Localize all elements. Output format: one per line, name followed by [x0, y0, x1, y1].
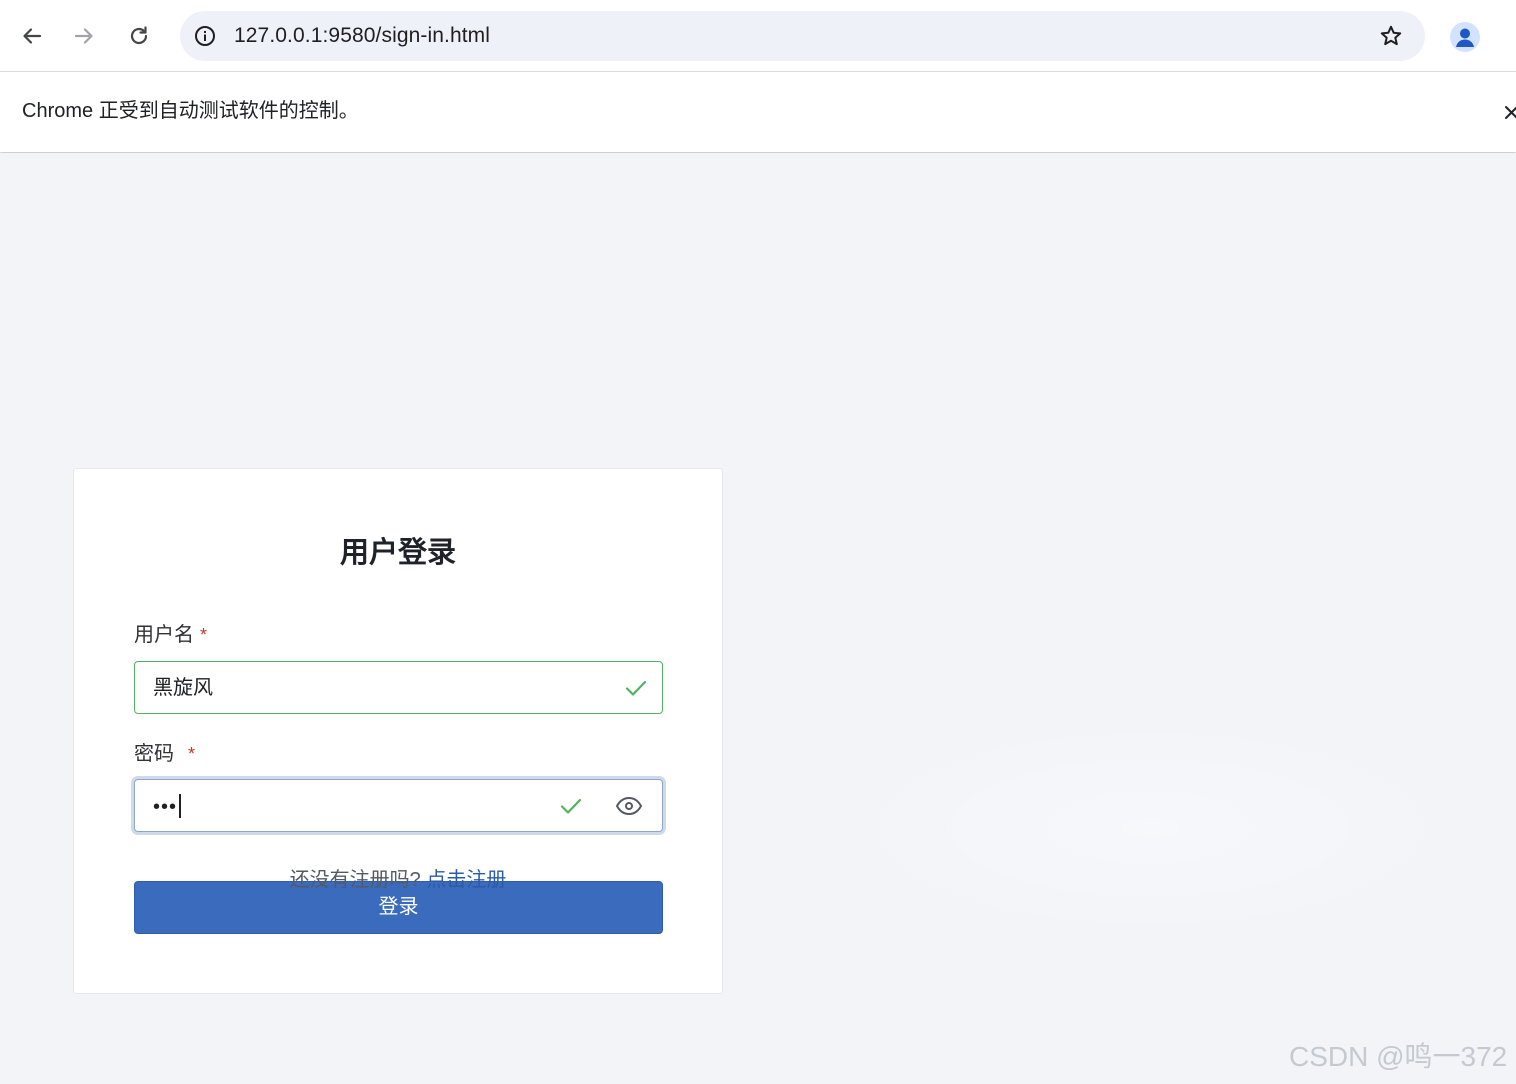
automation-infobar: Chrome 正受到自动测试软件的控制。 — [0, 72, 1516, 152]
check-icon — [560, 798, 582, 814]
page-title: 用户登录 — [339, 537, 456, 569]
profile-avatar[interactable] — [1450, 22, 1480, 52]
url-text[interactable]: 127.0.0.1:9580/sign-in.html — [234, 23, 490, 49]
register-prompt-text: 还没有注册吗? — [289, 869, 421, 891]
person-icon — [1456, 28, 1474, 47]
info-icon — [195, 26, 215, 46]
background-decoration — [820, 713, 1480, 943]
username-label-text: 用户名 — [134, 624, 194, 646]
eye-icon[interactable] — [615, 793, 643, 819]
forward-button[interactable] — [64, 16, 104, 56]
star-icon — [1380, 25, 1402, 46]
reload-button[interactable] — [119, 16, 159, 56]
address-bar[interactable]: 127.0.0.1:9580/sign-in.html — [180, 11, 1425, 61]
login-card: 用户登录 用户名 * 黑旋风 密码 * ••• 登录 — [73, 468, 723, 994]
page-content: 用户登录 用户名 * 黑旋风 密码 * ••• 登录 还没有注册吗? 点击注册 — [0, 153, 1516, 1084]
infobar-message: Chrome 正受到自动测试软件的控制。 — [22, 100, 359, 122]
password-mask: ••• — [153, 796, 178, 818]
password-label: 密码 * — [134, 741, 195, 767]
username-label: 用户名 * — [134, 622, 207, 648]
password-label-text: 密码 — [134, 743, 174, 765]
register-prompt: 还没有注册吗? 点击注册 — [73, 867, 723, 893]
site-info-button[interactable] — [190, 21, 220, 51]
register-link[interactable]: 点击注册 — [426, 869, 506, 891]
reload-icon — [130, 26, 148, 45]
check-icon — [625, 680, 647, 696]
bookmark-button[interactable] — [1377, 22, 1405, 50]
text-caret — [179, 794, 181, 818]
browser-toolbar: 127.0.0.1:9580/sign-in.html — [0, 0, 1516, 72]
required-mark: * — [188, 744, 196, 764]
username-value: 黑旋风 — [153, 677, 213, 699]
back-button[interactable] — [12, 16, 52, 56]
watermark: CSDN @鸣一372 — [1289, 1041, 1508, 1072]
required-mark: * — [200, 625, 208, 645]
password-input[interactable]: ••• — [134, 779, 663, 832]
password-value: ••• — [153, 794, 181, 819]
close-icon[interactable] — [1502, 102, 1516, 122]
username-input[interactable]: 黑旋风 — [134, 661, 663, 714]
arrow-left-icon — [23, 28, 42, 44]
arrow-right-icon — [74, 28, 93, 44]
